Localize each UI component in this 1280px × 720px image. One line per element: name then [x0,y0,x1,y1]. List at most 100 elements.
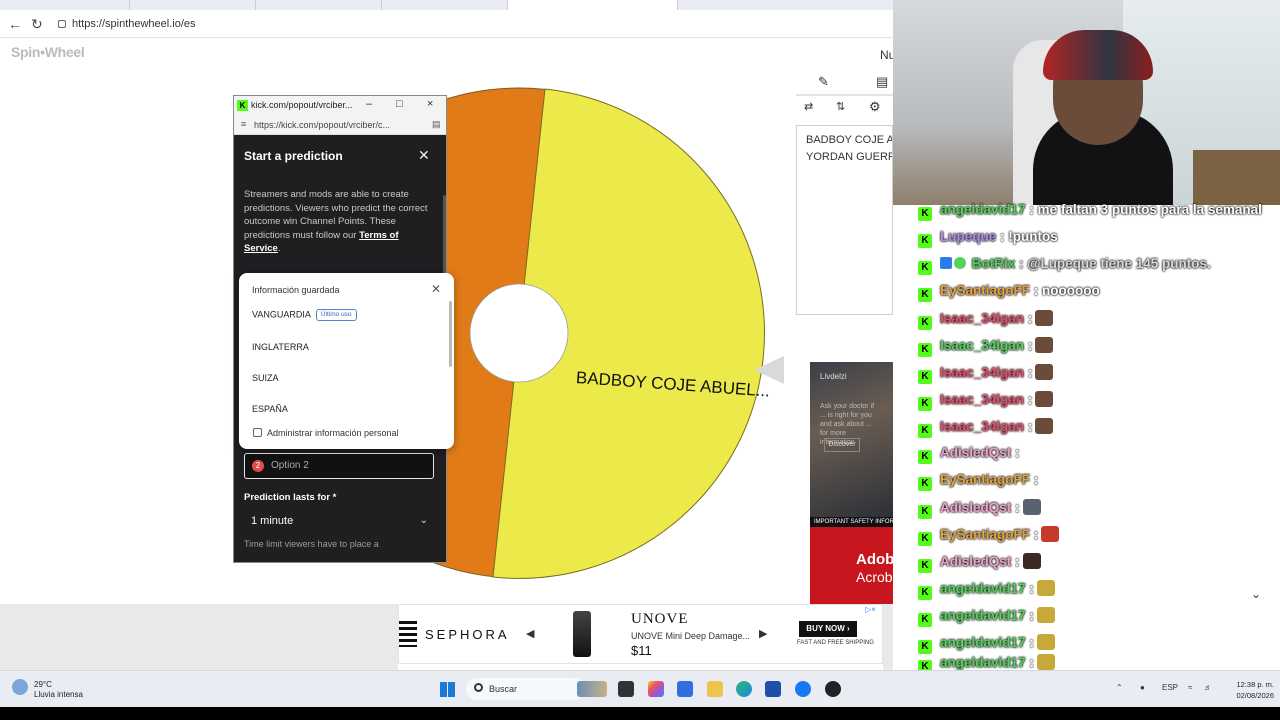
back-icon[interactable]: ← [8,16,22,32]
chat-username: EySantiagoFF [940,472,1031,487]
chrome-icon[interactable] [825,681,841,697]
settings-icon [253,428,262,437]
facebook-icon[interactable] [795,681,811,697]
gear-icon[interactable]: ⚙ [869,99,881,115]
duration-select[interactable]: 1 minute ⌄ [244,510,434,532]
last-used-badge: Último uso [315,309,357,321]
carousel-prev-icon[interactable]: ◀ [526,627,534,640]
taskbar-search[interactable]: Buscar [466,678,586,700]
carousel-next-icon[interactable]: ▶ [759,627,767,640]
widget-thumbnail-icon[interactable] [577,681,607,697]
adchoices-icon[interactable]: ▷× [865,605,883,615]
volume-icon[interactable]: ♬ [1204,683,1212,692]
site-info-icon[interactable] [58,20,66,28]
panel-scrollbar[interactable] [443,195,446,275]
language-indicator[interactable]: ESP [1162,683,1178,692]
chat-text: : noooooo [1033,283,1100,298]
bottom-banner-ad[interactable]: SEPHORA ◀ UNOVE UNOVE Mini Deep Damage..… [398,604,883,664]
entry-line: YORDAN GUERRE [806,151,892,163]
browser-tab[interactable] [0,0,130,10]
product-brand: UNOVE [631,611,689,627]
chat-message: K EySantiagoFF : [918,526,1060,550]
browser-tab[interactable] [130,0,256,10]
sort-icon[interactable]: ⇅ [836,100,845,113]
edge-browser-icon[interactable] [736,681,752,697]
adobe-ad[interactable]: Adob Acrobat Studio [810,527,948,604]
task-view-icon[interactable] [618,681,634,697]
close-icon[interactable]: ✕ [431,282,441,296]
kick-badge-icon: K [918,586,932,600]
browser-tab-active[interactable] [508,0,678,10]
weather-icon[interactable] [12,679,28,695]
weather-temperature[interactable]: 29°C [34,680,52,689]
side-advertisement[interactable]: Livdelzi Ask your doctor if ... is right… [810,362,948,604]
reload-icon[interactable]: ↻ [31,16,43,33]
chat-username: Isaac_34lgan [940,419,1025,434]
chat-emote-icon [1036,580,1055,596]
search-icon [474,683,483,692]
entries-textarea[interactable]: BADBOY COJE ABU YORDAN GUERRE [796,125,893,315]
minimize-icon[interactable]: – [366,98,372,110]
ad-discover-button[interactable]: Discover [824,438,860,452]
chat-text: : [1029,655,1034,670]
browser-tab[interactable] [382,0,508,10]
prediction-title: Start a prediction [244,149,343,163]
chat-text: : [1033,472,1039,487]
chat-emote-icon [1035,364,1054,380]
url-field[interactable]: https://spinthewheel.io/es [56,16,886,33]
option-2-input[interactable]: 2 Option 2 [244,453,434,479]
autofill-item[interactable]: ESPAÑA [252,404,288,414]
screen-bezel [0,707,1280,720]
autofill-item[interactable]: INGLATERRA [252,342,309,352]
entry-line: BADBOY COJE ABU [806,134,892,146]
kick-badge-icon: K [918,424,932,438]
verified-badge-icon [954,257,966,269]
shuffle-icon[interactable]: ⇄ [804,100,813,113]
chat-username: AdisledQst [940,445,1012,460]
kick-badge-icon: K [918,261,932,275]
copilot-icon[interactable] [648,681,664,697]
chat-message: K Lupeque : !puntos [918,229,1058,253]
open-browser-icon[interactable]: ▤ [432,119,441,130]
manage-personal-info-link[interactable]: Administrar información personal [253,428,399,438]
chevron-up-icon[interactable]: ⌃ [1116,683,1123,692]
outlook-icon[interactable] [677,681,693,697]
wheel-center[interactable] [469,283,569,383]
wheel-pointer-icon [754,356,784,384]
browser-tab-strip [0,0,893,10]
chat-message: K AdisledQst : [918,445,1020,469]
chat-text: : !puntos [1000,229,1058,244]
chevron-down-icon[interactable]: ⌄ [1251,587,1261,601]
edit-pencil-icon[interactable]: ✎ [818,74,829,90]
chat-emote-icon [1035,418,1054,434]
maximize-icon[interactable]: □ [396,98,403,110]
autofill-item[interactable]: VANGUARDIA Último uso [252,309,357,321]
close-icon[interactable]: ✕ [418,147,430,164]
wifi-icon[interactable]: ≈ [1188,683,1192,692]
product-price: $11 [631,643,652,658]
autofill-item[interactable]: SUIZA [252,373,279,383]
chat-text: : [1015,554,1020,569]
chat-emote-icon [1022,499,1041,515]
kick-badge-icon: K [918,450,932,464]
chat-emote-icon [1035,391,1054,407]
browser-tab[interactable] [256,0,382,10]
windows-start-icon[interactable] [440,682,455,697]
clipboard-icon[interactable]: ▤ [876,74,888,90]
microsoft-store-icon[interactable] [765,681,781,697]
buy-now-button[interactable]: BUY NOW › [799,621,857,637]
microphone-icon[interactable]: ● [1140,683,1145,692]
chat-text: : [1027,338,1033,353]
kick-badge-icon: K [918,505,932,519]
taskbar-clock[interactable]: 12:38 p. m. 02/08/2026 [1224,679,1274,701]
file-explorer-icon[interactable] [707,681,723,697]
popout-url[interactable]: https://kick.com/popout/vrciber/c... [254,120,390,130]
site-info-icon[interactable]: ≡ [241,119,246,129]
close-window-icon[interactable]: × [427,98,433,110]
weather-condition[interactable]: Lluvia intensa [34,690,83,699]
autofill-scrollbar[interactable] [449,301,452,367]
chat-text: : [1033,527,1039,542]
sephora-text: SEPHORA [425,627,510,642]
streamer-cap [1043,30,1153,80]
shipping-text: FAST AND FREE SHIPPING [797,640,874,646]
